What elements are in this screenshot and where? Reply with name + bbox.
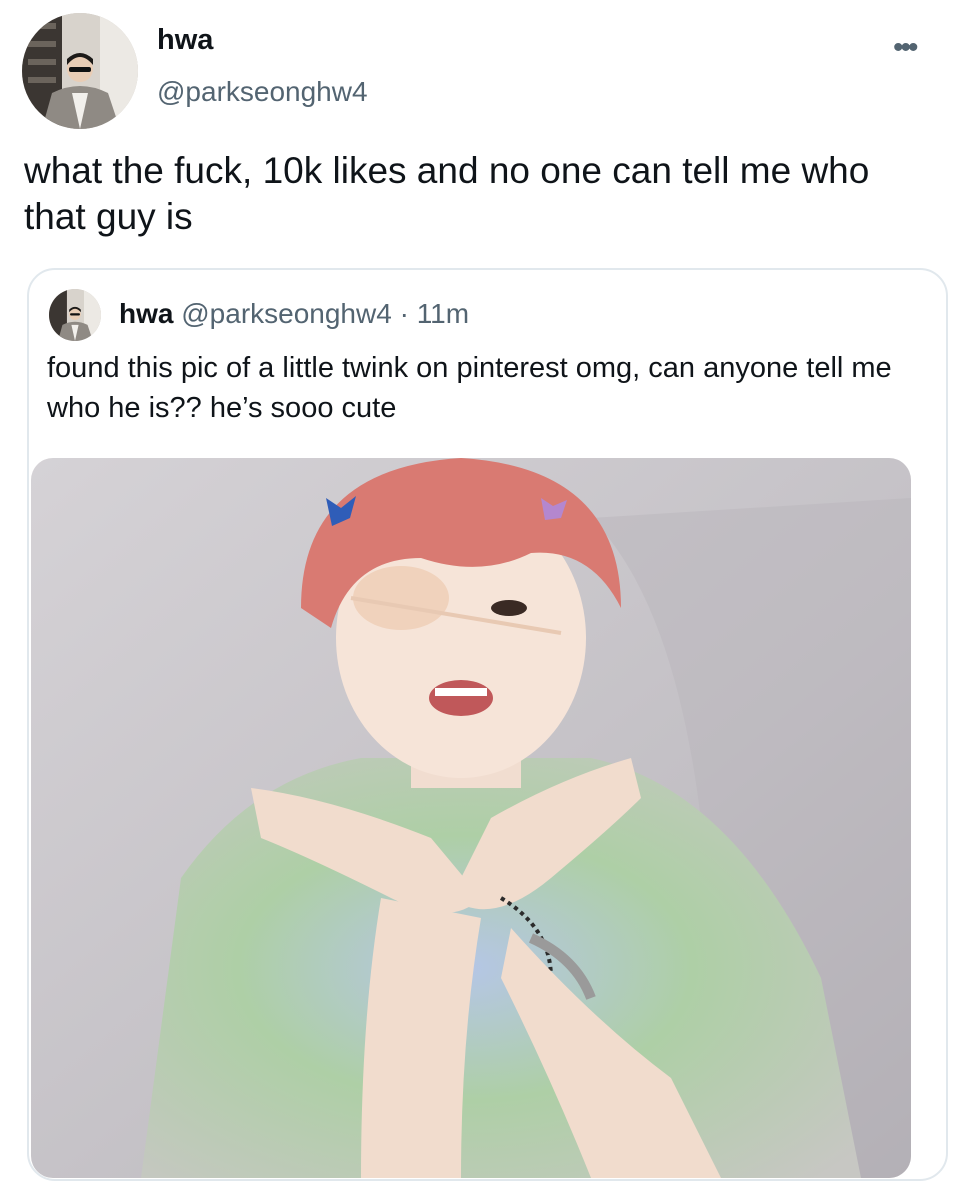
author-name[interactable]: hwa bbox=[157, 24, 213, 57]
quote-separator: · bbox=[399, 298, 409, 329]
quote-media-image[interactable] bbox=[31, 458, 911, 1178]
profile-photo-icon bbox=[49, 289, 101, 341]
quoted-tweet-card[interactable]: hwa @parkseonghw4 · 11m found this pic o… bbox=[27, 268, 948, 1181]
quote-timestamp[interactable]: 11m bbox=[417, 298, 469, 329]
quote-author-handle[interactable]: @parkseonghw4 bbox=[181, 298, 392, 329]
profile-photo-icon bbox=[22, 13, 138, 129]
quote-text: found this pic of a little twink on pint… bbox=[47, 352, 892, 424]
quote-header: hwa @parkseonghw4 · 11m bbox=[119, 298, 469, 330]
quote-author-avatar[interactable] bbox=[49, 289, 101, 341]
author-avatar[interactable] bbox=[22, 13, 138, 129]
author-handle[interactable]: @parkseonghw4 bbox=[157, 76, 368, 108]
more-options-icon[interactable]: ••• bbox=[893, 33, 918, 63]
quote-author-name[interactable]: hwa bbox=[119, 298, 173, 329]
tweet-text: what the fuck, 10k likes and no one can … bbox=[24, 150, 870, 237]
photo-image bbox=[31, 458, 911, 1178]
